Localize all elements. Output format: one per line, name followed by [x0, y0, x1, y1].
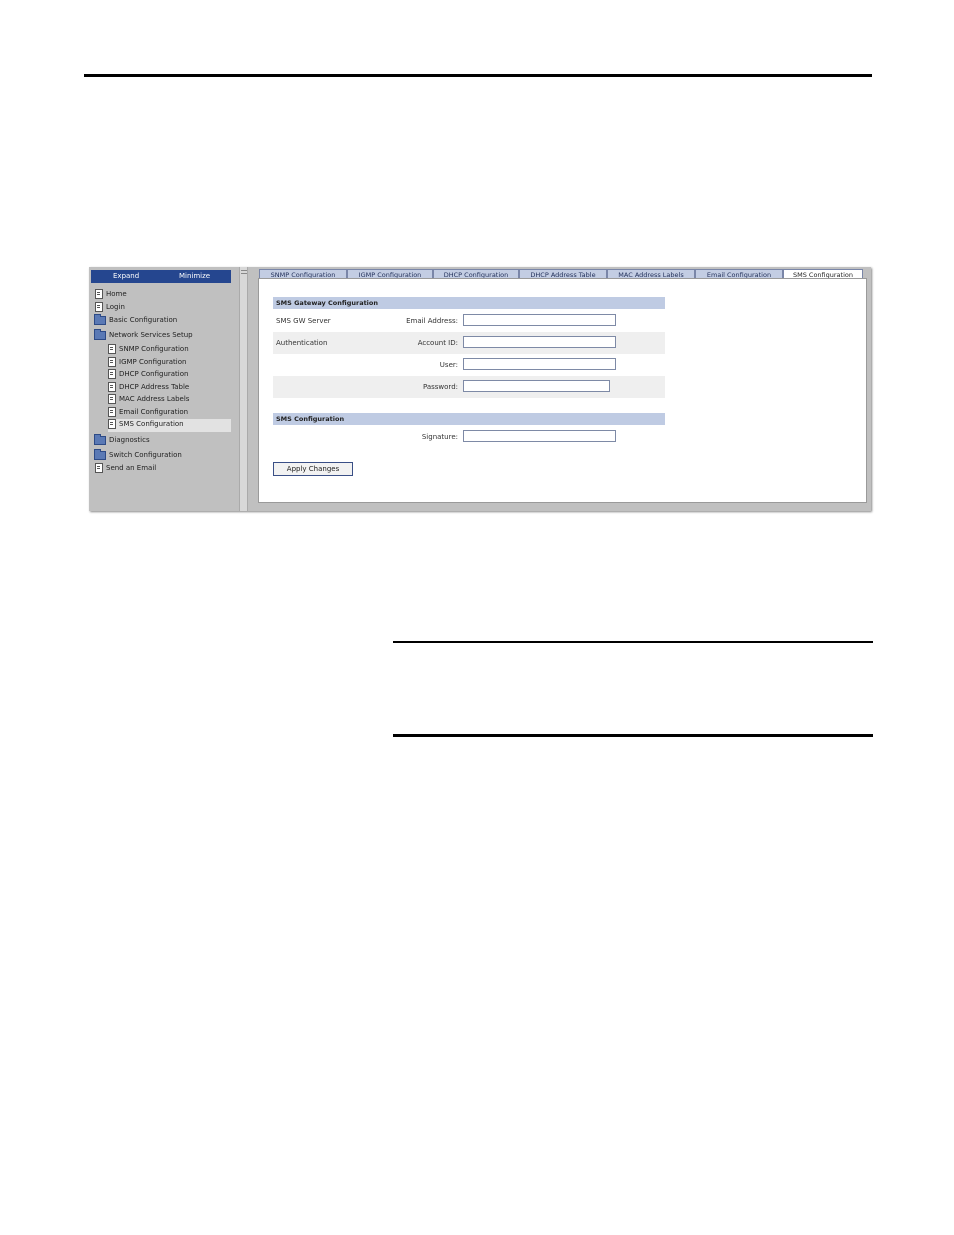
nav-item-dhcp-address-table[interactable]: DHCP Address Table: [108, 382, 189, 393]
email-address-input[interactable]: [463, 314, 616, 326]
top-rule: [84, 74, 872, 77]
account-id-input[interactable]: [463, 336, 616, 348]
apply-changes-button[interactable]: Apply Changes: [273, 462, 353, 476]
password-label: Password:: [422, 383, 458, 391]
folder-icon: [94, 314, 106, 325]
folder-open-icon: [94, 329, 106, 340]
navigation-panel: Expand Minimize Home Login Basic Configu…: [89, 267, 239, 511]
sms-configuration-heading: SMS Configuration: [273, 413, 665, 425]
note-rule-top: [393, 641, 873, 643]
nav-item-snmp-configuration[interactable]: SNMP Configuration: [108, 344, 189, 355]
user-input[interactable]: [463, 358, 616, 370]
user-label: User:: [439, 361, 458, 369]
sms-gw-server-label: SMS GW Server: [276, 317, 331, 325]
document-icon: [95, 289, 103, 299]
nav-item-login[interactable]: Login: [95, 302, 125, 313]
nav-item-email-configuration[interactable]: Email Configuration: [108, 407, 188, 418]
nav-header: Expand Minimize: [91, 270, 231, 283]
document-icon: [108, 407, 116, 417]
sms-gateway-configuration-heading: SMS Gateway Configuration: [273, 297, 665, 309]
nav-item-diagnostics[interactable]: Diagnostics: [94, 434, 150, 446]
signature-input[interactable]: [463, 430, 616, 442]
account-id-label: Account ID:: [417, 339, 458, 347]
signature-row: Signature:: [273, 426, 665, 448]
nav-item-mac-address-labels[interactable]: MAC Address Labels: [108, 394, 189, 405]
document-icon: [108, 344, 116, 354]
splitter-handle[interactable]: [241, 270, 247, 274]
sms-configuration-screenshot: Expand Minimize Home Login Basic Configu…: [89, 267, 871, 511]
document-icon: [108, 369, 116, 379]
nav-item-dhcp-configuration[interactable]: DHCP Configuration: [108, 369, 188, 380]
document-icon: [108, 382, 116, 392]
document-icon: [95, 463, 103, 473]
nav-item-send-an-email[interactable]: Send an Email: [95, 463, 156, 474]
authentication-label: Authentication: [276, 339, 328, 347]
nav-item-home[interactable]: Home: [95, 289, 127, 300]
user-row: User:: [273, 354, 665, 376]
nav-item-igmp-configuration[interactable]: IGMP Configuration: [108, 357, 186, 368]
password-input[interactable]: [463, 380, 610, 392]
email-address-row: SMS GW Server Email Address:: [273, 310, 665, 332]
note-rule-bottom: [393, 734, 873, 737]
content-panel: SMS Gateway Configuration SMS GW Server …: [258, 278, 867, 503]
nav-item-network-services-setup[interactable]: Network Services Setup: [94, 329, 193, 341]
password-row: Password:: [273, 376, 665, 398]
nav-item-sms-configuration[interactable]: SMS Configuration: [108, 419, 231, 432]
document-icon: [95, 302, 103, 312]
email-address-label: Email Address:: [406, 317, 458, 325]
folder-icon: [94, 449, 106, 460]
minimize-button[interactable]: Minimize: [179, 272, 210, 280]
folder-icon: [94, 434, 106, 445]
nav-item-basic-configuration[interactable]: Basic Configuration: [94, 314, 177, 326]
document-icon: [108, 419, 116, 429]
panel-splitter[interactable]: [239, 267, 248, 511]
document-icon: [108, 394, 116, 404]
expand-button[interactable]: Expand: [113, 272, 139, 280]
nav-item-switch-configuration[interactable]: Switch Configuration: [94, 449, 182, 461]
signature-label: Signature:: [421, 433, 458, 441]
document-icon: [108, 357, 116, 367]
account-id-row: Authentication Account ID:: [273, 332, 665, 354]
